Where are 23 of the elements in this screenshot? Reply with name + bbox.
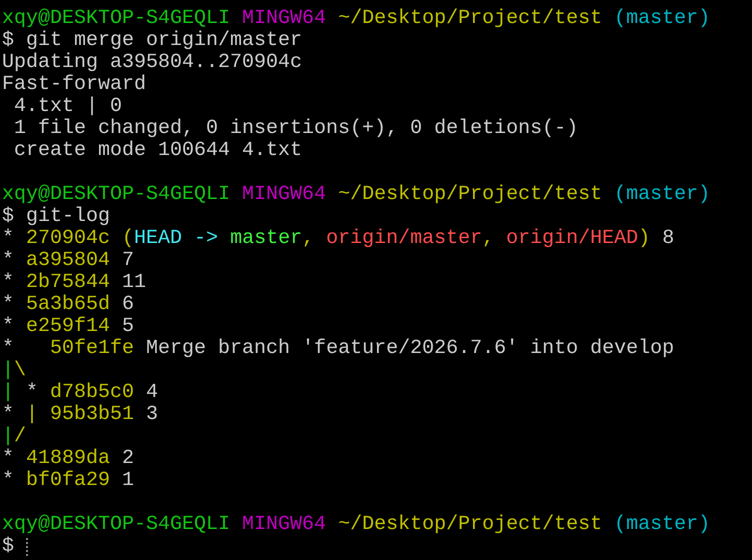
terminal-line: $ git-log <box>2 206 110 228</box>
terminal-line: * a395804 7 <box>2 250 134 272</box>
terminal-line: 4.txt | 0 <box>13 96 122 118</box>
terminal-line: * bf0fa29 1 <box>2 470 134 492</box>
terminal-line: Fast-forward <box>2 74 146 96</box>
terminal-line: * e259f14 5 <box>2 316 134 338</box>
terminal-line: * 270904c (HEAD -> master, origin/master, origin/HEAD) 8 <box>2 228 674 250</box>
terminal-line: $ git merge origin/master <box>2 30 302 52</box>
terminal-line: xqy@DESKTOP-S4GEQLI MINGW64 ~/Desktop/Project/test (master) <box>2 184 710 206</box>
terminal-line: |\ <box>2 360 26 382</box>
terminal-line: 1 file changed, 0 insertions(+), 0 deletions(-) <box>13 118 578 140</box>
terminal-line: * 2b75844 11 <box>2 272 146 294</box>
terminal-line: xqy@DESKTOP-S4GEQLI MINGW64 ~/Desktop/Project/test (master) <box>2 8 710 30</box>
terminal-line: xqy@DESKTOP-S4GEQLI MINGW64 ~/Desktop/Project/test (master) <box>2 514 710 536</box>
terminal-line: create mode 100644 4.txt <box>13 140 302 162</box>
terminal-line: $ <box>2 536 16 558</box>
terminal-line: * | 95b3b51 3 <box>2 404 158 426</box>
terminal-line: * 41889da 2 <box>2 448 134 470</box>
terminal-line: * 50fe1fe Merge branch 'feature/2026.7.6' into develop <box>2 338 674 360</box>
terminal-line: | * d78b5c0 4 <box>2 382 158 404</box>
terminal-line: Updating a395804..270904c <box>2 52 302 74</box>
terminal-line: * 5a3b65d 6 <box>2 294 134 316</box>
terminal-line: |/ <box>2 426 26 448</box>
